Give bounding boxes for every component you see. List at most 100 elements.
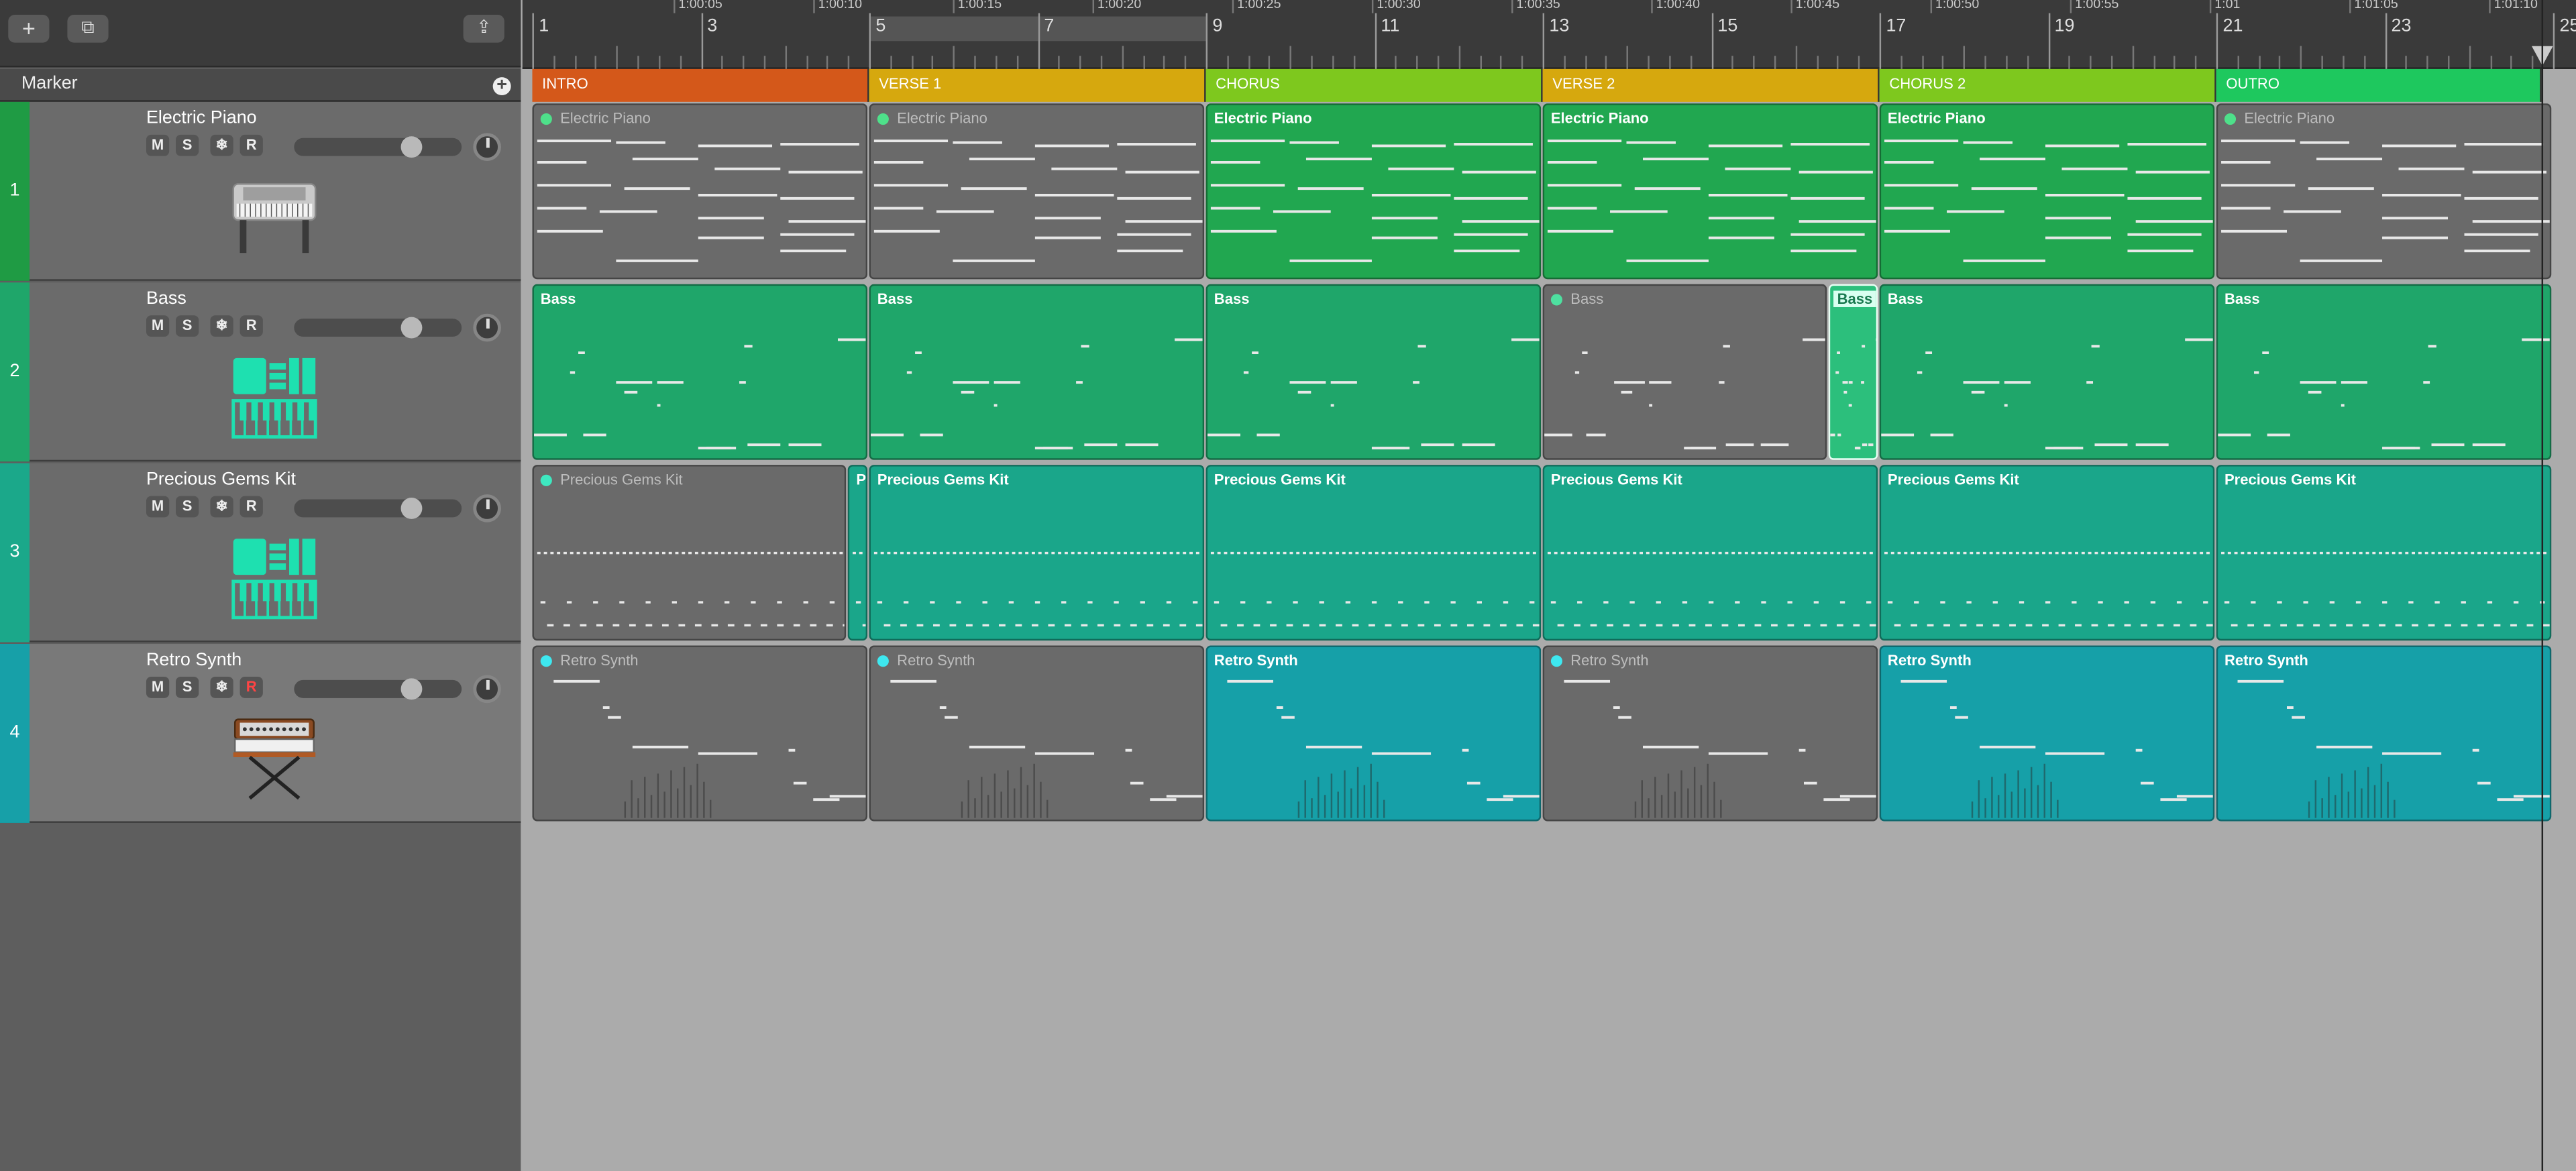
freeze-button[interactable]: ❄ [210,496,233,518]
region[interactable]: Bass [1205,284,1542,460]
region[interactable]: Retro Synth [2216,645,2552,822]
volume-slider[interactable] [294,678,462,700]
region[interactable]: Electric Piano [869,103,1205,280]
ruler-time-tick [1651,0,1653,13]
volume-slider-knob[interactable] [400,678,423,700]
marker-outro[interactable]: OUTRO [2216,68,2542,102]
record-enable-button[interactable]: R [239,315,263,337]
region[interactable]: Retro Synth [869,645,1205,822]
track-header[interactable]: 1 Electric Piano M S ❄ R [0,101,521,281]
solo-button[interactable]: S [176,496,199,518]
ruler-major-tick [2047,13,2050,69]
volume-slider[interactable] [294,498,462,519]
mute-button[interactable]: M [146,315,170,337]
freeze-button[interactable]: ❄ [210,134,233,156]
midi-notes [533,338,866,450]
region[interactable]: Precious Gems Kit [1542,465,1878,641]
ruler-time-label: 1:00:40 [1656,0,1700,12]
region[interactable]: Precious Gems Kit [1205,465,1542,641]
region[interactable]: Electric Piano [1879,103,2215,280]
track-name[interactable]: Electric Piano [146,109,257,128]
track-header[interactable]: 2 Bass M S ❄ R [0,282,521,462]
collapse-tracks-button[interactable]: ⇪ [463,15,504,43]
mute-button[interactable]: M [146,676,170,698]
track-name[interactable]: Precious Gems Kit [146,469,296,489]
region[interactable]: Electric Piano [2216,103,2552,280]
ruler-minor-tick [1585,56,1587,69]
region[interactable]: Retro Synth [1205,645,1542,822]
region[interactable]: Retro Synth [1879,645,2215,822]
volume-slider[interactable] [294,317,462,339]
ruler-minor-tick [2258,56,2260,69]
ruler-minor-tick [1100,56,1103,69]
playhead[interactable] [2541,0,2544,1171]
ruler-time-label: 1:00:35 [1516,0,1560,12]
ruler-minor-tick [1500,56,1503,69]
region[interactable]: Precious Gems Kit [532,465,847,641]
track-lane[interactable]: Bass Bass Bass Bass Bass Bass Bass [523,282,2576,463]
pan-knob[interactable] [473,133,501,162]
track-name[interactable]: Bass [146,289,186,309]
region[interactable]: Bass [1542,284,1827,460]
region[interactable]: Bass [1879,284,2215,460]
ruler-minor-tick [1795,46,1797,69]
solo-button[interactable]: S [176,315,199,337]
solo-button[interactable]: S [176,134,199,156]
marker-verse-1[interactable]: VERSE 1 [869,68,1206,102]
ruler-major-tick [2216,13,2218,69]
region[interactable]: P [848,465,868,641]
ruler[interactable]: 1357911131517192123251:00:051:00:101:00:… [522,0,2576,69]
record-enable-button[interactable]: R [239,496,263,518]
arrange-area[interactable]: 1357911131517192123251:00:051:00:101:00:… [522,0,2576,1171]
solo-button[interactable]: S [176,676,199,698]
midi-notes [1900,679,2213,818]
region[interactable]: Bass [532,284,868,460]
pan-knob[interactable] [473,675,501,704]
add-marker-button[interactable]: + [492,76,511,96]
marker-lane[interactable]: INTRO VERSE 1 CHORUS VERSE 2 CHORUS 2 OUTRO [523,68,2576,102]
region[interactable]: Electric Piano [532,103,868,280]
volume-slider[interactable] [294,136,462,158]
ruler-bar-label: 1 [539,16,549,36]
region[interactable]: Precious Gems Kit [1879,465,2215,641]
region[interactable]: Precious Gems Kit [869,465,1205,641]
track-lane[interactable]: Retro Synth Retro Synth Retro Synth Retro S… [523,644,2576,824]
region[interactable]: Electric Piano [1542,103,1878,280]
pan-knob[interactable] [473,313,501,342]
region[interactable]: Precious Gems Kit [2216,465,2552,641]
marker-chorus[interactable]: CHORUS [1205,68,1543,102]
region[interactable]: Bass [1829,284,1878,460]
marker-intro[interactable]: INTRO [532,68,869,102]
ruler-time-tick [1511,0,1513,13]
region[interactable]: Electric Piano [1205,103,1542,280]
freeze-button[interactable]: ❄ [210,676,233,698]
region-name: Bass [2224,290,2260,307]
marker-chorus-2[interactable]: CHORUS 2 [1879,68,2216,102]
region[interactable]: Bass [2216,284,2552,460]
add-track-button[interactable]: + [8,15,50,43]
record-enable-button[interactable]: R [239,676,263,698]
duplicate-track-button[interactable]: ⧉ [67,15,109,43]
mute-button[interactable]: M [146,496,170,518]
pan-knob[interactable] [473,494,501,522]
mute-button[interactable]: M [146,134,170,156]
track-header[interactable]: 4 Retro Synth M S ❄ R [0,644,521,823]
ruler-minor-tick [1774,56,1776,69]
region[interactable]: Retro Synth [532,645,868,822]
track-lane[interactable]: Electric Piano Electric Piano Electric Pia… [523,102,2576,282]
volume-slider-knob[interactable] [400,317,423,339]
record-enable-button[interactable]: R [239,134,263,156]
freeze-button[interactable]: ❄ [210,315,233,337]
ruler-bar-label: 7 [1044,16,1055,36]
region[interactable]: Retro Synth [1542,645,1878,822]
track-name[interactable]: Retro Synth [146,651,241,670]
ruler-time-tick [2489,0,2491,13]
track-lane[interactable]: Precious Gems Kit P Precious Gems Kit Preci… [523,463,2576,644]
marker-verse-2[interactable]: VERSE 2 [1542,68,1880,102]
region[interactable]: Bass [869,284,1205,460]
midi-notes [873,140,1203,262]
volume-slider-knob[interactable] [400,498,423,519]
volume-slider-knob[interactable] [400,136,423,158]
midi-notes [1884,140,2213,262]
track-header[interactable]: 3 Precious Gems Kit M S ❄ R [0,463,521,643]
